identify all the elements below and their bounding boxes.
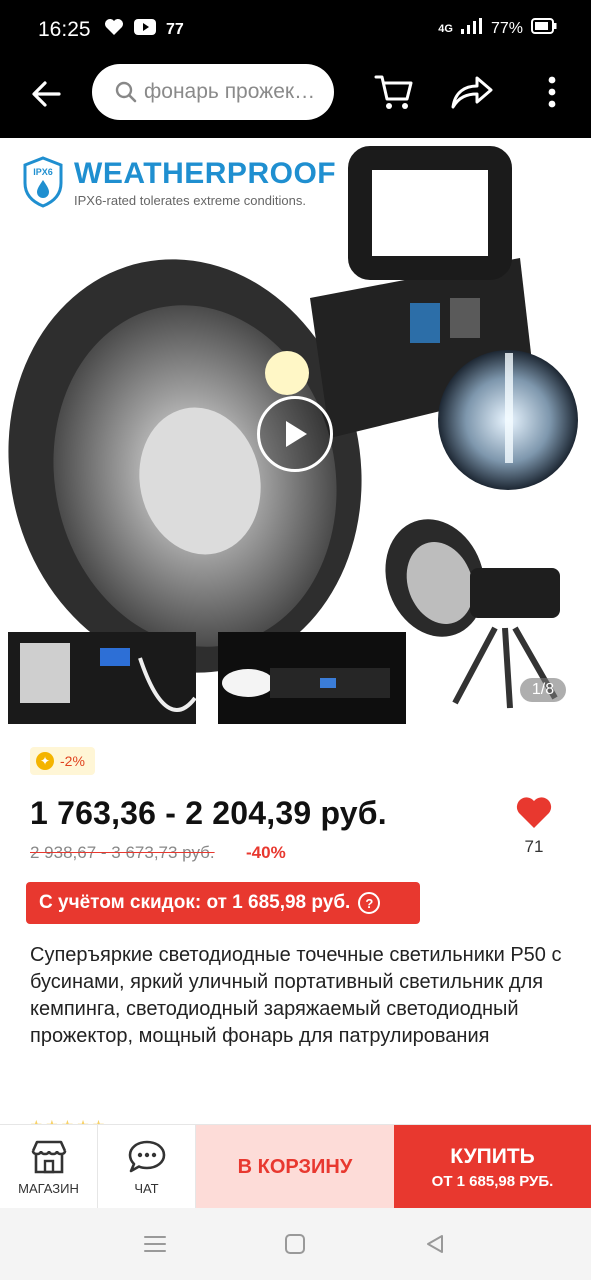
- home-square-icon: [285, 1234, 305, 1254]
- battery-icon: [531, 18, 557, 39]
- coin-icon: ✦: [36, 752, 54, 770]
- discount-tag-text: -2%: [60, 753, 85, 769]
- chat-button[interactable]: ЧАТ: [98, 1125, 196, 1209]
- status-time: 16:25: [38, 18, 91, 41]
- arrow-left-icon: [32, 81, 61, 107]
- buy-now-label: КУПИТЬ: [450, 1144, 535, 1168]
- add-to-cart-button[interactable]: В КОРЗИНУ: [196, 1125, 394, 1209]
- more-vertical-icon: [548, 76, 556, 108]
- discount-percent: -40%: [246, 843, 286, 862]
- chat-label: ЧАТ: [134, 1180, 159, 1196]
- store-icon: [31, 1140, 66, 1173]
- weatherproof-badge: IPX6 WEATHERPROOF IPX6-rated tolerates e…: [22, 156, 336, 208]
- product-title: Суперъяркие светодиодные точечные светил…: [30, 944, 562, 1047]
- home-button[interactable]: [280, 1230, 310, 1258]
- cart-header-button[interactable]: [372, 70, 416, 114]
- product-image-gallery[interactable]: IPX6 WEATHERPROOF IPX6-rated tolerates e…: [0, 138, 591, 732]
- back-button[interactable]: [22, 74, 70, 114]
- menu-lines-icon: [144, 1236, 166, 1252]
- store-button[interactable]: МАГАЗИН: [0, 1125, 98, 1209]
- signal-icon: [460, 18, 483, 39]
- system-nav-bar: [0, 1208, 591, 1280]
- status-notifications: 77: [104, 18, 184, 41]
- cart-icon: [374, 75, 413, 109]
- status-bar: 16:25 77 4G 77%: [0, 0, 591, 60]
- notification-count: 77: [166, 20, 184, 38]
- weatherproof-title: WEATHERPROOF: [74, 156, 337, 190]
- back-triangle-icon: [427, 1235, 443, 1253]
- water-drop-shield-icon: IPX6: [23, 156, 63, 208]
- bottom-action-bar: МАГАЗИН ЧАТ В КОРЗИНУ КУПИТЬ ОТ 1 685,98…: [0, 1124, 591, 1209]
- favorite-button[interactable]: 71: [510, 795, 558, 867]
- weatherproof-subtitle: IPX6-rated tolerates extreme conditions.: [74, 192, 306, 208]
- buy-now-price: ОТ 1 685,98 РУБ.: [431, 1172, 554, 1190]
- network-type: 4G: [438, 22, 453, 35]
- heart-icon: [516, 797, 552, 828]
- store-label: МАГАЗИН: [18, 1180, 79, 1196]
- search-bar[interactable]: [92, 64, 334, 120]
- gallery-page-indicator: 1/8: [520, 678, 566, 702]
- ipx6-code: IPX6: [33, 167, 53, 177]
- discount-tag: ✦ -2%: [30, 747, 95, 775]
- discount-price-banner[interactable]: С учётом скидок: от 1 685,98 руб. ?: [26, 882, 420, 924]
- play-icon: [286, 421, 307, 447]
- share-icon: [451, 76, 493, 109]
- search-icon: [115, 81, 137, 103]
- search-input[interactable]: [144, 80, 334, 104]
- status-system: 4G 77%: [438, 18, 557, 39]
- play-video-button[interactable]: [257, 396, 333, 472]
- share-button[interactable]: [450, 70, 494, 114]
- more-menu-button[interactable]: [530, 70, 574, 114]
- youtube-notification-icon: [134, 19, 156, 40]
- add-to-cart-label: В КОРЗИНУ: [237, 1155, 353, 1178]
- recent-apps-button[interactable]: [140, 1230, 170, 1258]
- system-back-button[interactable]: [420, 1230, 450, 1258]
- battery-percent: 77%: [490, 19, 523, 37]
- heart-notification-icon: [104, 18, 124, 41]
- old-price-range: 2 938,67 - 3 673,73 руб.: [30, 843, 215, 862]
- help-icon[interactable]: ?: [358, 892, 381, 914]
- price-range: 1 763,36 - 2 204,39 руб.: [30, 795, 387, 831]
- top-header: [0, 60, 591, 138]
- favorites-count: 71: [524, 837, 544, 856]
- chat-icon: [128, 1140, 165, 1172]
- buy-now-button[interactable]: КУПИТЬ ОТ 1 685,98 РУБ.: [394, 1125, 591, 1209]
- discount-price-text: С учётом скидок: от 1 685,98 руб.: [39, 892, 351, 913]
